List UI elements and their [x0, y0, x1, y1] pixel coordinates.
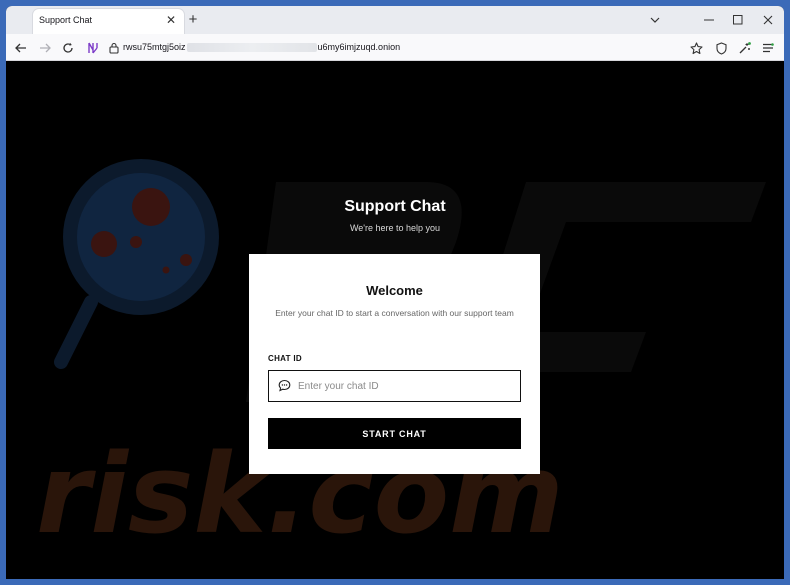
back-arrow-icon[interactable]: [12, 39, 30, 57]
browser-window: Support Chat ✕ + rwsu75mtgj5oiz u6my6imj…: [6, 6, 784, 579]
menu-icon[interactable]: [759, 39, 777, 57]
page-title: Support Chat: [344, 198, 446, 215]
lock-icon[interactable]: [105, 39, 123, 57]
page-content: risk.com Support Chat We're here to help…: [6, 62, 784, 579]
chevron-down-icon[interactable]: [646, 12, 664, 28]
wand-icon[interactable]: [735, 39, 753, 57]
page-subtitle: We're here to help you: [349, 223, 441, 233]
chat-id-field[interactable]: [268, 370, 521, 402]
close-window-icon[interactable]: [759, 12, 777, 28]
card-title: Welcome: [366, 283, 423, 298]
url-prefix: rwsu75mtgj5oiz: [123, 42, 186, 52]
card-description: Enter your chat ID to start a conversati…: [275, 308, 514, 318]
chat-bubble-icon: [278, 379, 291, 397]
navigation-bar: rwsu75mtgj5oiz u6my6imjzuqd.onion: [6, 34, 784, 61]
tor-onion-icon[interactable]: [84, 39, 102, 57]
tab-bar: Support Chat ✕ +: [6, 6, 784, 34]
login-card: Welcome Enter your chat ID to start a co…: [249, 254, 540, 474]
chat-id-label: CHAT ID: [268, 354, 302, 363]
tab-title: Support Chat: [39, 15, 93, 25]
minimize-icon[interactable]: [700, 12, 718, 28]
url-suffix: u6my6imjzuqd.onion: [317, 42, 401, 52]
reload-icon[interactable]: [59, 39, 77, 57]
url-redacted: [186, 42, 317, 52]
tab-support-chat[interactable]: Support Chat ✕: [33, 9, 184, 34]
address-bar[interactable]: rwsu75mtgj5oiz u6my6imjzuqd.onion: [123, 42, 400, 52]
plus-icon[interactable]: +: [184, 11, 202, 29]
shield-icon[interactable]: [712, 39, 730, 57]
start-chat-button[interactable]: START CHAT: [268, 418, 521, 449]
chat-id-input[interactable]: [298, 377, 508, 395]
star-icon[interactable]: [687, 39, 705, 57]
maximize-icon[interactable]: [729, 12, 747, 28]
close-icon[interactable]: ✕: [164, 13, 178, 27]
forward-arrow-icon[interactable]: [36, 39, 54, 57]
